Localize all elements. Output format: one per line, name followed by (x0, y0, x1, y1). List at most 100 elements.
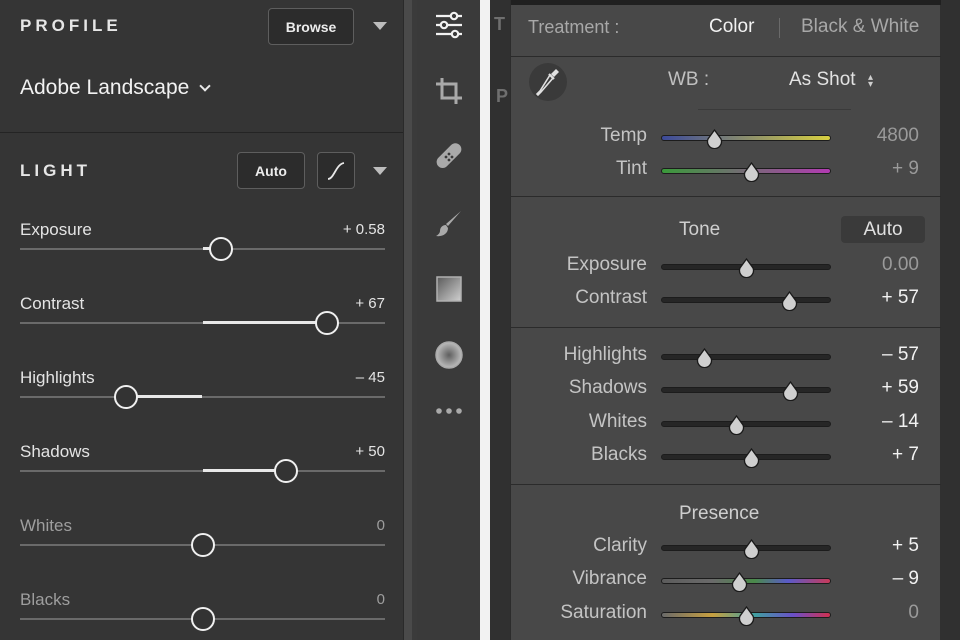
left-edit-panel: PROFILE Browse Adobe Landscape LIGHT Aut… (0, 0, 412, 640)
slider-knob[interactable] (738, 605, 755, 627)
background-glyph: P (496, 86, 509, 106)
slider-whites[interactable]: Whites 0 (20, 516, 385, 576)
slider-track[interactable] (661, 297, 831, 303)
slider-exposure[interactable]: Exposure + 0.58 (20, 220, 385, 280)
slider-label: Contrast (575, 287, 647, 308)
slider-highlights[interactable]: Highlights – 57 (511, 342, 941, 372)
light-auto-button[interactable]: Auto (237, 152, 305, 189)
slider-knob[interactable] (728, 414, 745, 436)
slider-label: Blacks (20, 590, 71, 609)
panel-top-edge (511, 0, 941, 5)
slider-value[interactable]: + 67 (355, 295, 385, 312)
slider-track[interactable] (20, 396, 385, 398)
chevron-down-icon (199, 80, 211, 92)
slider-knob[interactable] (781, 290, 798, 312)
slider-value[interactable]: + 7 (892, 444, 919, 466)
healing-icon[interactable] (434, 142, 464, 172)
slider-track[interactable] (661, 387, 831, 393)
more-icon[interactable] (434, 396, 464, 426)
slider-value[interactable]: 0 (377, 517, 385, 534)
slider-exposure[interactable]: Exposure 0.00 (511, 252, 941, 282)
slider-knob[interactable] (113, 385, 138, 409)
slider-knob[interactable] (706, 128, 723, 150)
section-divider (0, 132, 403, 133)
slider-value[interactable]: + 50 (355, 443, 385, 460)
profile-heading: PROFILE (20, 16, 122, 35)
gradient-icon[interactable] (434, 274, 464, 304)
slider-saturation[interactable]: Saturation 0 (511, 600, 941, 630)
slider-value[interactable]: + 9 (892, 158, 919, 180)
treatment-bw-option[interactable]: Black & White (801, 16, 919, 38)
light-collapse-icon[interactable] (373, 167, 387, 175)
treatment-color-option[interactable]: Color (709, 16, 754, 38)
slider-shadows[interactable]: Shadows + 59 (511, 375, 941, 405)
wb-preset-select[interactable]: As Shot (789, 69, 856, 91)
slider-clarity[interactable]: Clarity + 5 (511, 533, 941, 563)
slider-knob[interactable] (743, 538, 760, 560)
updown-arrows-icon[interactable]: ▴ ▾ (868, 73, 873, 90)
wb-label: WB : (668, 69, 710, 90)
panel-separator (480, 0, 490, 640)
slider-label: Exposure (566, 254, 647, 275)
crop-icon[interactable] (434, 76, 464, 106)
tone-title: Tone (679, 219, 721, 240)
slider-tint[interactable]: Tint + 9 (511, 156, 941, 186)
slider-blacks[interactable]: Blacks 0 (20, 590, 385, 640)
slider-value[interactable]: – 57 (882, 344, 919, 366)
white-balance-eyedropper[interactable] (529, 63, 567, 101)
slider-value[interactable]: + 5 (892, 535, 919, 557)
slider-track[interactable] (661, 135, 831, 141)
slider-value[interactable]: – 9 (893, 568, 919, 590)
slider-label: Exposure (20, 220, 92, 239)
slider-track[interactable] (661, 421, 831, 427)
slider-knob[interactable] (208, 237, 233, 261)
profile-select[interactable]: Adobe Landscape (20, 76, 211, 100)
slider-label: Blacks (591, 444, 647, 465)
tone-auto-button[interactable]: Auto (841, 216, 925, 243)
tool-strip (417, 0, 480, 640)
sliders-icon[interactable] (434, 10, 464, 40)
slider-knob[interactable] (743, 161, 760, 183)
eyedropper-icon (535, 69, 559, 97)
slider-temp[interactable]: Temp 4800 (511, 123, 941, 153)
slider-value[interactable]: 0.00 (882, 254, 919, 276)
slider-whites[interactable]: Whites – 14 (511, 409, 941, 439)
tone-curve-button[interactable] (317, 152, 355, 189)
slider-label: Shadows (568, 377, 647, 398)
slider-knob[interactable] (190, 607, 215, 631)
left-panel-scrollbar[interactable] (403, 0, 412, 640)
slider-highlights[interactable]: Highlights – 45 (20, 368, 385, 428)
slider-knob[interactable] (738, 257, 755, 279)
slider-label: Highlights (20, 368, 95, 387)
slider-knob[interactable] (731, 571, 748, 593)
slider-knob[interactable] (314, 311, 339, 335)
slider-knob[interactable] (782, 380, 799, 402)
slider-value[interactable]: 0 (908, 602, 919, 624)
slider-value[interactable]: + 57 (881, 287, 919, 309)
light-heading: LIGHT (20, 161, 91, 180)
slider-value[interactable]: 0 (377, 591, 385, 608)
slider-knob[interactable] (743, 447, 760, 469)
slider-label: Clarity (593, 535, 647, 556)
slider-contrast[interactable]: Contrast + 67 (20, 294, 385, 354)
slider-value[interactable]: – 14 (882, 411, 919, 433)
slider-blacks[interactable]: Blacks + 7 (511, 442, 941, 472)
slider-track[interactable] (661, 354, 831, 360)
slider-knob[interactable] (696, 347, 713, 369)
slider-value[interactable]: + 0.58 (343, 221, 385, 238)
slider-shadows[interactable]: Shadows + 50 (20, 442, 385, 502)
slider-vibrance[interactable]: Vibrance – 9 (511, 566, 941, 596)
slider-knob[interactable] (274, 459, 299, 483)
brush-icon[interactable] (434, 208, 464, 238)
slider-value[interactable]: + 59 (881, 377, 919, 399)
basic-settings-panel: Treatment : Color Black & White WB : As … (510, 0, 941, 640)
divider-line (511, 56, 941, 57)
slider-value[interactable]: – 45 (356, 369, 385, 386)
radial-icon[interactable] (434, 340, 464, 370)
slider-knob[interactable] (190, 533, 215, 557)
slider-contrast[interactable]: Contrast + 57 (511, 285, 941, 315)
profile-collapse-icon[interactable] (373, 22, 387, 30)
curve-icon (327, 161, 345, 180)
browse-button[interactable]: Browse (268, 8, 354, 45)
slider-value[interactable]: 4800 (877, 125, 919, 147)
